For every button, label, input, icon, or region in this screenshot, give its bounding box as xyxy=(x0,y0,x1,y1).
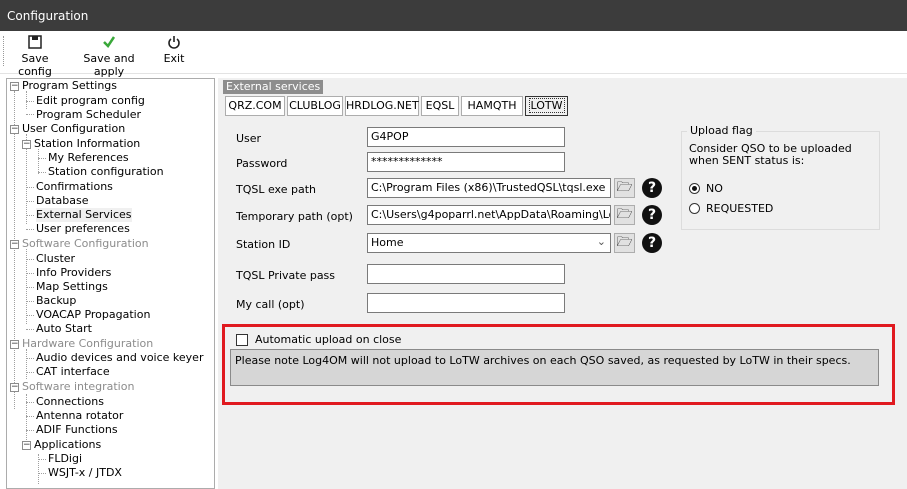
tqsl-exe-input[interactable]: C:\Program Files (x86)\TrustedQSL\tqsl.e… xyxy=(367,178,611,198)
tree-item-wsjt[interactable]: WSJT-x / JTDX xyxy=(48,466,122,480)
save-config-button[interactable]: Save config xyxy=(6,35,64,78)
tree-item-adif-functions[interactable]: ADIF Functions xyxy=(36,423,118,437)
toolbar: Save config Save and apply Exit xyxy=(0,31,907,78)
password-input[interactable]: ************* xyxy=(367,152,565,172)
tree-item-external-services[interactable]: External Services xyxy=(36,208,132,222)
tab-label: HAMQTH xyxy=(467,99,517,112)
floppy-icon xyxy=(6,35,64,52)
tree-item-station-information[interactable]: Station Information xyxy=(34,137,140,151)
temp-path-input[interactable]: C:\Users\g4poparrl.net\AppData\Roaming\L… xyxy=(367,205,611,225)
station-id-value: Home xyxy=(371,236,404,249)
tree-item-user-preferences[interactable]: User preferences xyxy=(36,222,130,236)
tree-item-software-configuration[interactable]: Software Configuration xyxy=(22,237,149,251)
tree-item-program-settings[interactable]: Program Settings xyxy=(22,79,117,93)
group-title: External services xyxy=(223,80,324,94)
expand-toggle-icon[interactable]: − xyxy=(10,125,19,134)
radio-no[interactable] xyxy=(689,183,700,194)
tree-item-cluster[interactable]: Cluster xyxy=(36,252,75,266)
tree-item-voacap[interactable]: VOACAP Propagation xyxy=(36,308,150,322)
expand-toggle-icon[interactable]: − xyxy=(10,340,19,349)
folder-icon[interactable]: 🗁 xyxy=(614,205,635,225)
password-label: Password xyxy=(236,157,288,170)
expand-toggle-icon[interactable]: − xyxy=(10,240,19,249)
tree-item-program-scheduler[interactable]: Program Scheduler xyxy=(36,108,141,122)
save-apply-button[interactable]: Save and apply xyxy=(68,35,150,78)
temp-path-label: Temporary path (opt) xyxy=(236,210,353,223)
tree-item-auto-start[interactable]: Auto Start xyxy=(36,322,92,336)
title-bar: Configuration xyxy=(0,0,907,31)
tree-item-fldigi[interactable]: FLDigi xyxy=(48,452,82,466)
tab-qrz[interactable]: QRZ.COM xyxy=(225,96,285,116)
power-icon xyxy=(159,35,189,52)
station-id-label: Station ID xyxy=(236,238,291,251)
chevron-down-icon: ⌄ xyxy=(596,235,606,248)
tab-eqsl[interactable]: EQSL xyxy=(421,96,459,116)
tree-item-confirmations[interactable]: Confirmations xyxy=(36,180,113,194)
help-icon[interactable]: ? xyxy=(642,205,662,225)
tree-item-hardware-configuration[interactable]: Hardware Configuration xyxy=(22,337,153,351)
config-tree: − Program Settings Edit program config P… xyxy=(6,78,215,489)
tree-item-station-configuration[interactable]: Station configuration xyxy=(48,165,164,179)
tree-item-database[interactable]: Database xyxy=(36,194,89,208)
tab-hrdlog[interactable]: HRDLOG.NET xyxy=(345,96,419,116)
expand-toggle-icon[interactable]: − xyxy=(22,441,31,450)
tree-item-antenna-rotator[interactable]: Antenna rotator xyxy=(36,409,123,423)
tab-label: HRDLOG.NET xyxy=(346,99,419,112)
my-call-label: My call (opt) xyxy=(236,298,305,311)
tree-item-info-providers[interactable]: Info Providers xyxy=(36,266,111,280)
window-title: Configuration xyxy=(7,9,89,23)
save-config-label: Save config xyxy=(18,52,52,78)
tree-item-applications[interactable]: Applications xyxy=(34,438,101,452)
radio-no-label: NO xyxy=(706,182,723,195)
folder-icon[interactable]: 🗁 xyxy=(614,233,635,253)
tqsl-pass-label: TQSL Private pass xyxy=(236,269,336,282)
expand-toggle-icon[interactable]: − xyxy=(10,82,19,91)
save-apply-label: Save and apply xyxy=(83,52,135,78)
tab-lotw[interactable]: LOTW xyxy=(525,96,568,116)
tab-clublog[interactable]: CLUBLOG xyxy=(287,96,343,116)
folder-icon[interactable]: 🗁 xyxy=(614,178,635,198)
tree-item-user-configuration[interactable]: User Configuration xyxy=(22,122,125,136)
tab-label: LOTW xyxy=(528,98,565,113)
upload-flag-description: Consider QSO to be uploaded when SENT st… xyxy=(689,142,852,167)
user-input[interactable]: G4POP xyxy=(367,127,565,147)
exit-label: Exit xyxy=(163,52,185,65)
my-call-input[interactable] xyxy=(367,293,565,313)
tree-item-backup[interactable]: Backup xyxy=(36,294,76,308)
station-id-select[interactable]: Home ⌄ xyxy=(367,233,611,253)
tqsl-pass-input[interactable] xyxy=(367,264,565,284)
tab-label: CLUBLOG xyxy=(289,99,341,112)
tab-label: EQSL xyxy=(425,99,455,112)
expand-toggle-icon[interactable]: − xyxy=(10,383,19,392)
tree-item-software-integration[interactable]: Software integration xyxy=(22,380,134,394)
help-icon[interactable]: ? xyxy=(642,178,662,198)
tree-item-connections[interactable]: Connections xyxy=(36,395,104,409)
expand-toggle-icon[interactable]: − xyxy=(22,140,31,149)
tree-item-cat-interface[interactable]: CAT interface xyxy=(36,365,110,379)
tree-item-audio-devices[interactable]: Audio devices and voice keyer xyxy=(36,351,203,365)
tab-label: QRZ.COM xyxy=(228,99,282,112)
tree-item-edit-program-config[interactable]: Edit program config xyxy=(36,94,145,108)
tree-item-my-references[interactable]: My References xyxy=(48,151,129,165)
upload-flag-title: Upload flag xyxy=(687,124,756,137)
radio-requested-label: REQUESTED xyxy=(706,202,774,215)
user-label: User xyxy=(236,132,262,145)
help-icon[interactable]: ? xyxy=(642,233,662,253)
checkmark-icon xyxy=(68,35,150,52)
tab-hamqth[interactable]: HAMQTH xyxy=(461,96,523,116)
radio-requested[interactable] xyxy=(689,203,700,214)
highlight-box xyxy=(222,324,895,405)
tqsl-exe-label: TQSL exe path xyxy=(236,183,317,196)
exit-button[interactable]: Exit xyxy=(159,35,189,69)
tree-item-map-settings[interactable]: Map Settings xyxy=(36,280,108,294)
